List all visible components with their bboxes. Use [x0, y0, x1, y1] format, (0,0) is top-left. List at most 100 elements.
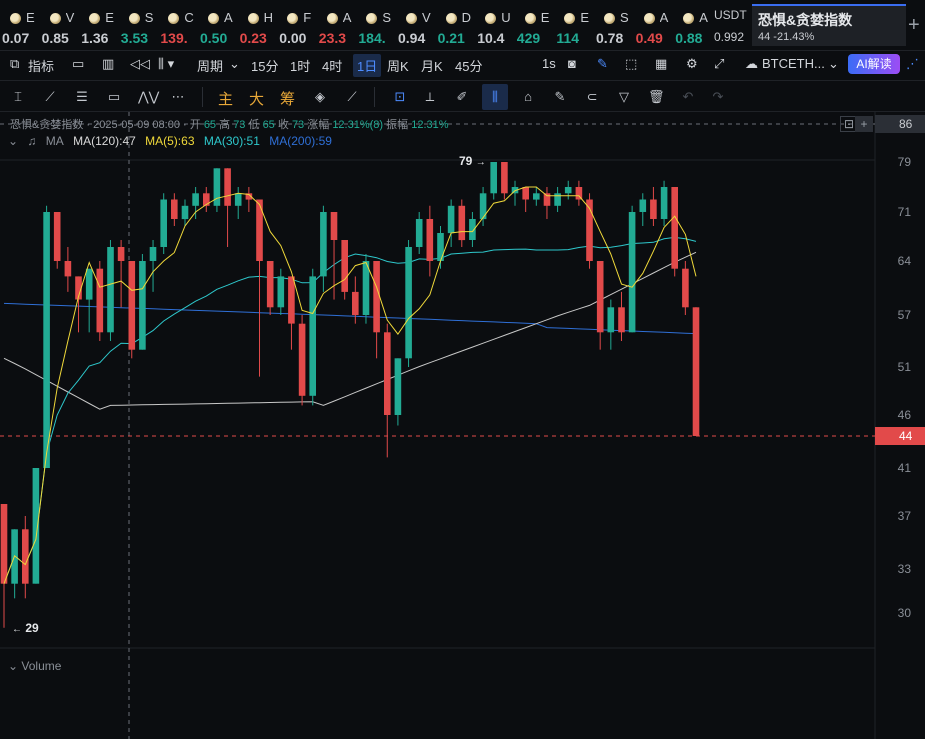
candle-body	[628, 212, 636, 333]
candle-type-icon[interactable]: ⫼ ▾	[158, 56, 174, 72]
text-cursor-icon[interactable]: ⌶	[10, 89, 26, 105]
interval-4h[interactable]: 4时	[322, 56, 342, 75]
candles-icon[interactable]: ⫼	[482, 84, 508, 110]
bookmark-icon[interactable]: ⊡	[392, 89, 408, 105]
coin-icon	[524, 13, 536, 24]
more-icon[interactable]: ⋯	[170, 89, 186, 105]
trend-line-icon[interactable]: ⟋	[42, 89, 58, 105]
trash-icon[interactable]: 🗑	[648, 89, 665, 105]
candle-body	[224, 168, 231, 206]
axis-tick-label: 79	[897, 155, 911, 169]
indicator-icon[interactable]: ⧉	[10, 56, 19, 72]
ma-legend[interactable]: ⌄ ♫ MA MA(120):47 MA(5):63 MA(30):51 MA(…	[8, 134, 338, 148]
fullscreen-icon[interactable]: ⤢	[714, 56, 724, 72]
big-chip[interactable]: 大	[249, 88, 264, 109]
redo-icon[interactable]: ↷	[710, 89, 726, 105]
cloud-icon[interactable]: ☁	[745, 56, 758, 72]
ticker-symbol: S	[620, 10, 629, 25]
symbol-selector[interactable]: BTCETH...	[762, 56, 825, 71]
interval-1h[interactable]: 1时	[290, 56, 310, 75]
interval-1d[interactable]: 1日	[353, 54, 382, 77]
ticker-symbol: A	[342, 10, 352, 25]
axis-tick-label: 51	[897, 360, 911, 374]
ticker-item[interactable]: C 139.	[158, 0, 196, 50]
magnet-icon[interactable]: ⊂	[584, 89, 600, 105]
undo-icon[interactable]: ↶	[680, 89, 696, 105]
ticker-item[interactable]: A 23.3	[317, 0, 355, 50]
ticker-item[interactable]: E 114	[554, 0, 592, 50]
candle-body	[692, 307, 700, 436]
interval-45m[interactable]: 45分	[455, 56, 482, 75]
ai-interpret-button[interactable]: AI解读	[848, 54, 900, 74]
interval-month[interactable]: 月K	[421, 56, 443, 75]
ticker-item[interactable]: V 0.94	[396, 0, 434, 50]
copy-icon[interactable]: ⬚	[625, 56, 637, 72]
ticker-item[interactable]: D 0.21	[436, 0, 474, 50]
add-pane-icon[interactable]: +	[855, 116, 873, 132]
layout-icon[interactable]: ▥	[102, 56, 114, 72]
ticker-value: 0.23	[239, 30, 267, 46]
ticker-symbol: S	[382, 10, 392, 25]
share-icon[interactable]: ⋰	[906, 56, 919, 72]
brush-icon[interactable]: ✐	[454, 89, 470, 105]
ticker-item[interactable]: H 0.23	[238, 0, 276, 50]
indicator-button[interactable]: 指标	[28, 56, 54, 75]
candle-body	[522, 187, 529, 200]
divider	[374, 87, 375, 107]
ticker-item[interactable]: E 1.36	[79, 0, 117, 50]
candle-body	[139, 261, 146, 350]
ticker-item[interactable]: E 429	[515, 0, 553, 50]
chevron-down-icon[interactable]: ⌄	[229, 56, 240, 72]
ticker-item[interactable]: A 0.88	[673, 0, 711, 50]
candle-body	[288, 276, 295, 324]
candle-body	[458, 205, 466, 241]
ticker-item[interactable]: A 0.49	[634, 0, 672, 50]
chips-chip[interactable]: 筹	[280, 88, 295, 109]
wave-icon[interactable]: ⋀⋁	[138, 89, 159, 105]
interval-15m[interactable]: 15分	[251, 56, 278, 75]
measure-icon[interactable]: ⟋	[344, 89, 360, 105]
edit-icon[interactable]: ✎	[552, 89, 568, 105]
template-icon[interactable]: ▦	[655, 56, 667, 72]
candle-body	[533, 193, 540, 200]
coin-icon	[326, 13, 338, 24]
rectangle-icon[interactable]: ▭	[106, 89, 122, 105]
settings-icon[interactable]: ⚙	[686, 56, 698, 72]
ma5-value: MA(5):63	[145, 134, 195, 148]
magic-icon[interactable]: ◈	[312, 89, 328, 105]
interval-1s[interactable]: 1s	[542, 56, 556, 71]
ticker-item[interactable]: S 184.	[356, 0, 394, 50]
drawing-toolbar: ⌶ ⟋ ☰ ▭ ⋀⋁ ⋯ 主 大 筹 ◈ ⟋ ⊡ ⟂ ✐ ⫼ ⌂ ✎ ⊂ ▽ 🗑…	[0, 80, 925, 112]
pen-icon[interactable]: ✎	[597, 56, 608, 72]
ticker-item[interactable]: U 10.4	[475, 0, 513, 50]
candle-body	[96, 268, 104, 333]
ticker-item[interactable]: F 0.00	[277, 0, 315, 50]
chevron-down-icon[interactable]: ⌄	[8, 134, 18, 148]
candle-body	[0, 504, 8, 584]
crosshair-price-tag: 86	[875, 115, 925, 133]
main-chip[interactable]: 主	[218, 88, 233, 109]
lock-icon[interactable]: ⌂	[520, 89, 536, 105]
rewind-icon[interactable]: ◁◁	[130, 56, 150, 72]
ticker-item[interactable]: A 0.50	[198, 0, 236, 50]
add-tab-icon[interactable]: +	[908, 14, 920, 37]
interval-week[interactable]: 周K	[387, 56, 409, 75]
usdt-ticker[interactable]: USDT 0.992	[714, 8, 750, 44]
ticker-item[interactable]: E 0.07	[0, 0, 38, 50]
ruler-icon[interactable]: ⟂	[422, 89, 438, 105]
camera-icon[interactable]: ◙	[568, 56, 576, 71]
active-symbol-tab[interactable]: 恐惧&贪婪指数 44 -21.43%	[752, 4, 906, 46]
bell-icon[interactable]: ♫	[27, 134, 36, 148]
chevron-down-icon[interactable]: ⌄	[828, 56, 839, 72]
calendar-icon[interactable]: ▭	[72, 56, 84, 72]
ticker-item[interactable]: S 0.78	[594, 0, 632, 50]
ticker-value: 10.4	[477, 30, 505, 46]
volume-pane-label[interactable]: ⌄ Volume	[8, 659, 61, 673]
period-dropdown[interactable]: 周期	[197, 56, 223, 75]
ticker-item[interactable]: V 0.85	[40, 0, 78, 50]
ticker-item[interactable]: S 3.53	[119, 0, 157, 50]
candlestick-chart[interactable]	[0, 112, 925, 739]
horizontal-lines-icon[interactable]: ☰	[74, 89, 90, 105]
filter-icon[interactable]: ▽	[616, 89, 632, 105]
ticker-value: 0.78	[596, 30, 624, 46]
